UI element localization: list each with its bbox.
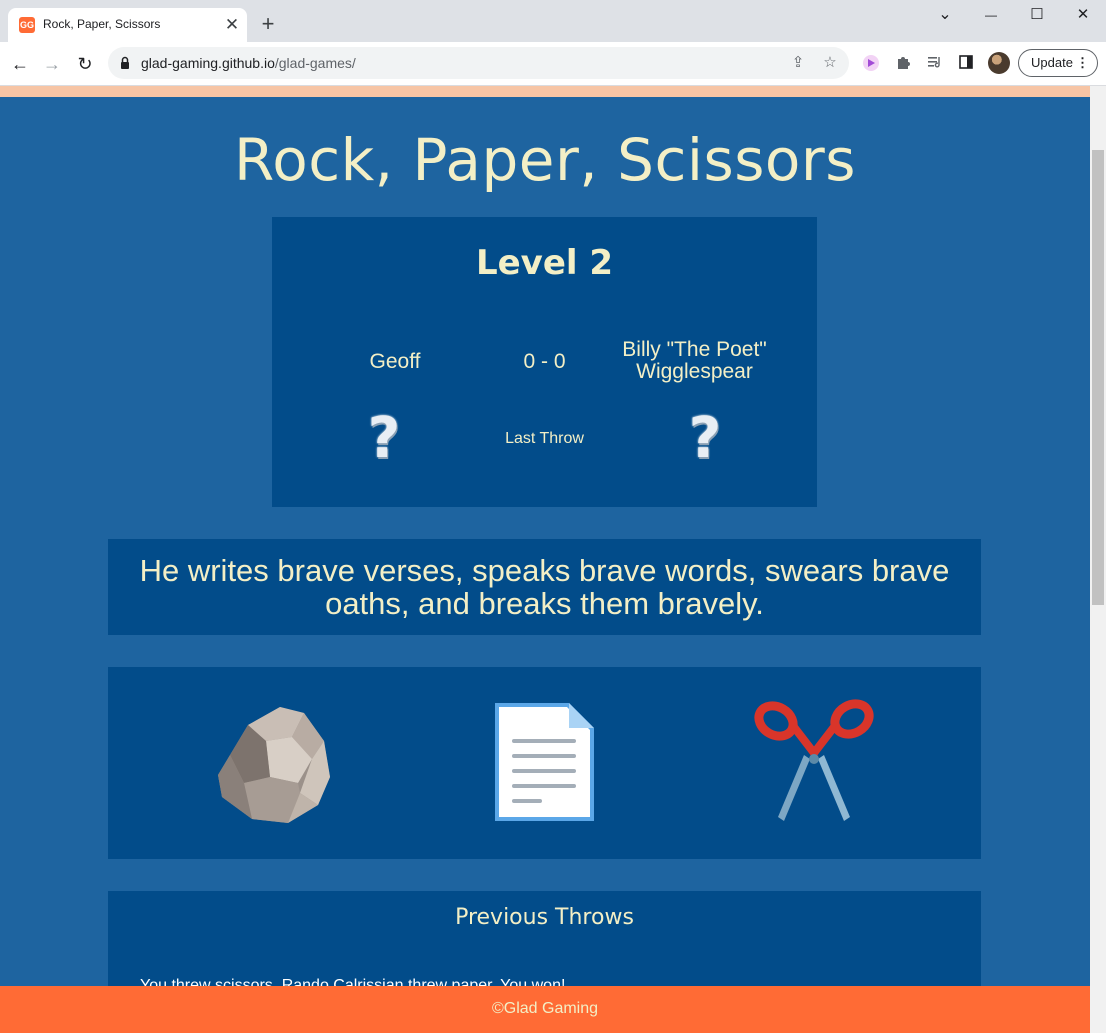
opponent-name: Billy "The Poet" Wigglespear — [622, 338, 767, 383]
page-viewport: Rock, Paper, Scissors Level 2 Geoff 0 - … — [0, 86, 1106, 1033]
lock-icon — [121, 56, 129, 69]
back-button[interactable]: ← — [6, 50, 34, 78]
previous-throws-title: Previous Throws — [455, 905, 634, 930]
new-tab-button[interactable]: + — [256, 12, 280, 36]
side-panel-icon[interactable] — [956, 54, 976, 74]
rock-button[interactable] — [208, 697, 348, 827]
browser-titlebar: GG Rock, Paper, Scissors ✕ + ⌄ — ☐ ✕ — [0, 0, 1106, 42]
url-path: /glad-games/ — [274, 55, 356, 71]
score-display: 0 - 0 — [523, 350, 566, 373]
browser-tab[interactable]: GG Rock, Paper, Scissors ✕ — [8, 8, 247, 42]
reading-list-icon[interactable] — [925, 54, 945, 74]
media-extension-icon[interactable] — [861, 54, 881, 74]
paper-icon — [495, 703, 594, 821]
maximize-button[interactable]: ☐ — [1014, 0, 1060, 30]
tab-search-icon[interactable]: ⌄ — [922, 0, 968, 30]
player-name: Geoff — [369, 350, 421, 373]
scoreboard-panel: Level 2 Geoff 0 - 0 Billy "The Poet" Wig… — [272, 217, 817, 507]
opponent-throw-icon: ? — [688, 406, 722, 471]
rock-icon — [218, 707, 330, 823]
paper-button[interactable] — [474, 697, 614, 827]
close-window-button[interactable]: ✕ — [1060, 0, 1106, 30]
extensions-puzzle-icon[interactable] — [893, 54, 913, 74]
share-icon[interactable]: ⇪ — [788, 53, 808, 73]
site-favicon-icon: GG — [19, 17, 35, 33]
player-throw-icon: ? — [367, 406, 401, 471]
bookmark-star-icon[interactable]: ☆ — [820, 53, 840, 73]
last-throw-label: Last Throw — [505, 430, 584, 447]
update-button[interactable]: Update ⋮ — [1018, 49, 1098, 77]
scissors-icon — [754, 699, 874, 821]
page-scrollbar-thumb[interactable] — [1092, 150, 1104, 605]
opponent-quote: He writes brave verses, speaks brave wor… — [139, 553, 950, 621]
footer-text: ©Glad Gaming — [491, 1000, 599, 1017]
tab-close-icon[interactable]: ✕ — [223, 16, 241, 34]
game-title: Rock, Paper, Scissors — [234, 126, 856, 194]
forward-button[interactable]: → — [38, 50, 66, 78]
footer: ©Glad Gaming — [0, 986, 1090, 1033]
profile-avatar[interactable] — [988, 52, 1010, 74]
header-strip — [0, 86, 1090, 97]
url-text: glad-gaming.github.io/glad-games/ — [141, 55, 356, 71]
reload-button[interactable]: ↻ — [71, 50, 99, 78]
tab-title: Rock, Paper, Scissors — [43, 17, 161, 31]
choices-panel — [108, 667, 981, 859]
opponent-quote-panel: He writes brave verses, speaks brave wor… — [108, 539, 981, 635]
menu-dots-icon[interactable]: ⋮ — [1076, 50, 1089, 76]
scissors-button[interactable] — [744, 697, 884, 827]
url-host: glad-gaming.github.io — [141, 55, 275, 71]
minimize-button[interactable]: — — [968, 0, 1014, 30]
address-bar[interactable]: glad-gaming.github.io/glad-games/ ⇪ ☆ — [108, 47, 849, 79]
level-label: Level 2 — [475, 243, 614, 283]
update-label: Update — [1031, 55, 1073, 70]
browser-toolbar: ← → ↻ glad-gaming.github.io/glad-games/ … — [0, 42, 1106, 86]
